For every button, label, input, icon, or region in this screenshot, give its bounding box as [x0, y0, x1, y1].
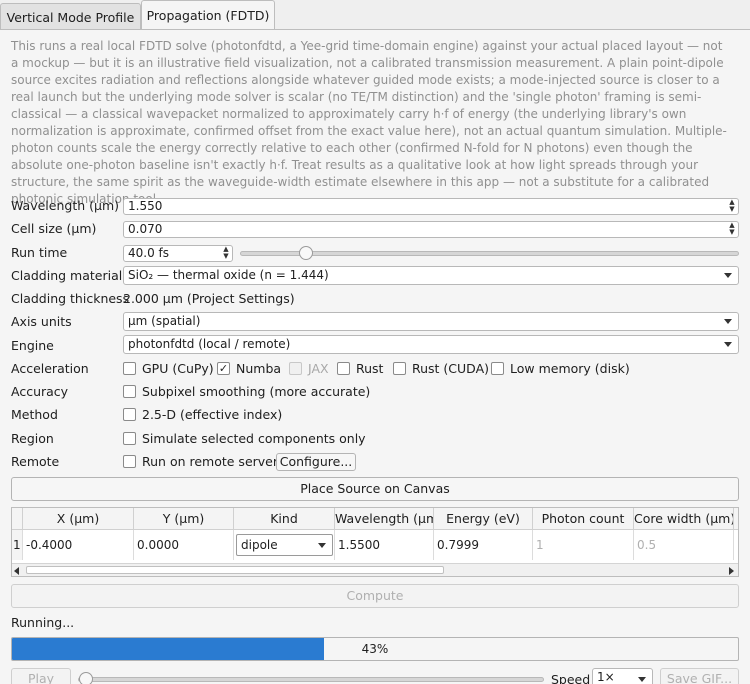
cladding-material-value: SiO₂ — thermal oxide (n = 1.444) [128, 268, 329, 282]
table-horizontal-scrollbar[interactable] [12, 563, 738, 576]
frame-slider[interactable] [78, 672, 544, 684]
speed-combo[interactable]: 1× [592, 668, 653, 684]
chevron-down-icon [318, 543, 326, 548]
cladding-thickness-value: 2.000 µm (Project Settings) [123, 291, 295, 306]
low-memory-label: Low memory (disk) [510, 361, 630, 376]
spin-arrows-icon[interactable]: ▲ ▼ [726, 222, 738, 237]
speed-value: 1× [597, 670, 615, 684]
spin-arrows-icon[interactable]: ▲ ▼ [220, 246, 232, 261]
engine-combo[interactable]: photonfdtd (local / remote) [123, 335, 739, 354]
scrollbar-thumb[interactable] [26, 566, 444, 574]
rust-checkbox[interactable] [337, 362, 350, 375]
gpu-cupy-label: GPU (CuPy) [142, 361, 214, 376]
place-source-button[interactable]: Place Source on Canvas [11, 477, 739, 501]
save-gif-button[interactable]: Save GIF... [660, 668, 739, 684]
axis-units-combo[interactable]: µm (spatial) [123, 312, 739, 331]
effective-index-label: 2.5-D (effective index) [142, 407, 283, 422]
cladding-thickness-label: Cladding thickness [11, 291, 130, 306]
cell-wavelength[interactable]: 1.5500 [335, 530, 434, 560]
compute-button[interactable]: Compute [11, 584, 739, 608]
cell-size-label: Cell size (µm) [11, 221, 97, 236]
cell-size-value: 0.070 [128, 222, 163, 236]
cladding-material-combo[interactable]: SiO₂ — thermal oxide (n = 1.444) [123, 266, 739, 285]
numba-checkbox[interactable]: ✓ [217, 362, 230, 375]
speed-label: Speed [551, 672, 591, 684]
rust-cuda-label: Rust (CUDA) [412, 361, 490, 376]
column-header-wavelength[interactable]: Wavelength (µm) [335, 508, 434, 530]
chevron-down-icon [724, 342, 732, 347]
tab-bar: Vertical Mode Profile Propagation (FDTD) [0, 0, 750, 30]
kind-value: dipole [241, 538, 278, 552]
subpixel-smoothing-label: Subpixel smoothing (more accurate) [142, 384, 371, 399]
region-label: Region [11, 431, 54, 446]
selected-only-checkbox[interactable] [123, 432, 136, 445]
scroll-left-icon[interactable] [14, 567, 19, 575]
kind-combo[interactable]: dipole [236, 534, 333, 556]
run-time-value: 40.0 fs [128, 246, 170, 260]
method-label: Method [11, 407, 58, 422]
wavelength-value: 1.550 [128, 199, 163, 213]
wavelength-label: Wavelength (µm) [11, 198, 120, 213]
cell-photon-count[interactable]: 1 [533, 530, 634, 560]
jax-label: JAX [308, 361, 329, 376]
axis-units-value: µm (spatial) [128, 314, 201, 328]
cell-rip[interactable] [734, 530, 738, 560]
tab-label: Vertical Mode Profile [6, 9, 135, 25]
tab-vertical-mode-profile[interactable]: Vertical Mode Profile [0, 3, 141, 30]
cell-x[interactable]: -0.4000 [23, 530, 134, 560]
scroll-right-icon[interactable] [729, 567, 734, 575]
column-header-energy[interactable]: Energy (eV) [434, 508, 533, 530]
jax-checkbox[interactable] [289, 362, 302, 375]
configure-button[interactable]: Configure... [276, 453, 356, 471]
engine-value: photonfdtd (local / remote) [128, 337, 291, 351]
cell-core-width[interactable]: 0.5 [634, 530, 734, 560]
tab-label: Propagation (FDTD) [146, 8, 270, 23]
cell-size-spinbox[interactable]: 0.070 ▲ ▼ [123, 221, 739, 238]
chevron-down-icon [724, 319, 732, 324]
progress-label: 43% [361, 642, 389, 656]
remote-label: Remote [11, 454, 60, 469]
axis-units-label: Axis units [11, 314, 72, 329]
low-memory-checkbox[interactable] [491, 362, 504, 375]
slider-handle[interactable] [79, 672, 93, 684]
tab-propagation-fdtd[interactable]: Propagation (FDTD) [141, 0, 275, 30]
effective-index-checkbox[interactable] [123, 408, 136, 421]
run-time-label: Run time [11, 245, 68, 260]
status-text: Running... [11, 615, 75, 630]
numba-label: Numba [236, 361, 282, 376]
acceleration-label: Acceleration [11, 361, 89, 376]
run-time-spinbox[interactable]: 40.0 fs ▲ ▼ [123, 245, 233, 262]
source-table: X (µm) Y (µm) Kind Wavelength (µm) Energ… [11, 507, 739, 577]
column-header-y[interactable]: Y (µm) [134, 508, 234, 530]
row-index: 1 [12, 530, 23, 560]
column-header-photon-count[interactable]: Photon count [533, 508, 634, 530]
engine-label: Engine [11, 338, 54, 353]
subpixel-smoothing-checkbox[interactable] [123, 385, 136, 398]
column-header-x[interactable]: X (µm) [23, 508, 134, 530]
rust-label: Rust [356, 361, 384, 376]
description-text: This runs a real local FDTD solve (photo… [11, 39, 727, 206]
wavelength-spinbox[interactable]: 1.550 ▲ ▼ [123, 198, 739, 215]
checkmark-icon: ✓ [218, 362, 229, 375]
chevron-down-icon [724, 273, 732, 278]
remote-server-checkbox[interactable] [123, 455, 136, 468]
rust-cuda-checkbox[interactable] [393, 362, 406, 375]
remote-server-label: Run on remote server [142, 454, 278, 469]
spin-arrows-icon[interactable]: ▲ ▼ [726, 199, 738, 214]
column-header-core-width[interactable]: Core width (µm) [634, 508, 734, 530]
cell-kind: dipole [234, 530, 335, 560]
play-button[interactable]: Play [11, 668, 71, 684]
chevron-down-icon [638, 677, 646, 682]
cell-energy[interactable]: 0.7999 [434, 530, 533, 560]
column-header-kind[interactable]: Kind [234, 508, 335, 530]
cell-y[interactable]: 0.0000 [134, 530, 234, 560]
accuracy-label: Accuracy [11, 384, 69, 399]
cladding-material-label: Cladding material [11, 268, 123, 283]
table-corner [12, 508, 23, 530]
run-time-slider[interactable] [240, 246, 739, 260]
column-header-rip[interactable]: rip [734, 508, 738, 530]
gpu-cupy-checkbox[interactable] [123, 362, 136, 375]
selected-only-label: Simulate selected components only [142, 431, 366, 446]
progress-bar: 43% [11, 637, 739, 661]
